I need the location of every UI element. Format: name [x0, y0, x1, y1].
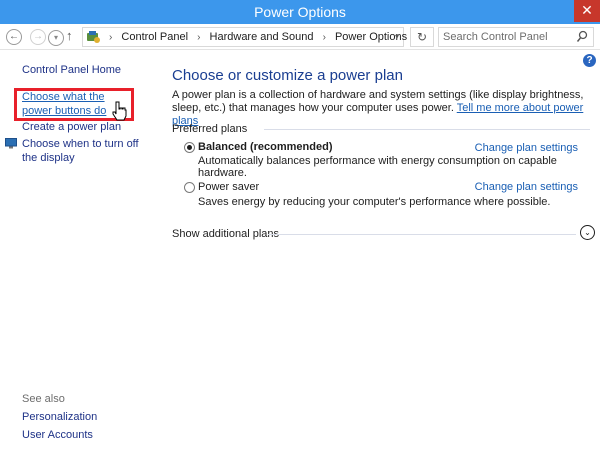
user-accounts-link[interactable]: User Accounts [22, 428, 93, 442]
up-button[interactable]: ↑ [66, 28, 73, 43]
address-bar[interactable]: › Control Panel › Hardware and Sound › P… [82, 27, 407, 47]
chevron-right-icon: › [109, 32, 113, 43]
main-content: ? Choose or customize a power plan A pow… [160, 51, 600, 455]
back-button[interactable]: ← [6, 29, 22, 45]
breadcrumb: › Control Panel › Hardware and Sound › P… [109, 31, 407, 43]
left-task-pane: Control Panel Home Choose what the power… [0, 51, 160, 455]
close-button[interactable]: ✕ [574, 0, 600, 22]
display-icon [5, 138, 17, 149]
recent-locations-icon[interactable]: ▾ [48, 30, 64, 46]
chevron-right-icon[interactable]: › [197, 32, 200, 43]
address-dropdown-icon[interactable]: ▾ [395, 32, 399, 41]
page-title: Choose or customize a power plan [172, 67, 403, 84]
window-title: Power Options [254, 4, 346, 20]
section-divider [268, 234, 576, 235]
power-saver-radio[interactable] [184, 182, 195, 193]
balanced-plan-name[interactable]: Balanced (recommended) [198, 141, 332, 153]
help-icon[interactable]: ? [583, 54, 596, 67]
preferred-plans-header: Preferred plans [172, 123, 248, 135]
search-box[interactable] [438, 27, 594, 47]
search-input[interactable] [443, 30, 569, 44]
power-saver-plan-description: Saves energy by reducing your computer's… [198, 196, 551, 208]
breadcrumb-hardware-sound[interactable]: Hardware and Sound [210, 31, 314, 43]
power-saver-change-settings-link[interactable]: Change plan settings [475, 181, 578, 193]
balanced-plan-description: Automatically balances performance with … [198, 155, 557, 179]
refresh-button[interactable]: ↻ [410, 27, 434, 47]
section-divider [264, 129, 590, 130]
chevron-down-icon[interactable]: ⌄ [580, 225, 595, 240]
chevron-right-icon[interactable]: › [323, 32, 326, 43]
balanced-change-settings-link[interactable]: Change plan settings [475, 142, 578, 154]
power-saver-plan-name[interactable]: Power saver [198, 181, 259, 193]
address-toolbar: ← → ▾ ↑ › Control Panel › Hardware and S… [0, 24, 600, 50]
forward-button[interactable]: → [30, 29, 46, 45]
show-additional-plans[interactable]: Show additional plans [172, 228, 279, 240]
see-also-label: See also [22, 393, 65, 405]
turn-off-display-link[interactable]: Choose when to turn off the display [22, 137, 147, 165]
create-power-plan-link[interactable]: Create a power plan [22, 120, 121, 134]
search-icon[interactable] [576, 30, 588, 44]
balanced-radio[interactable] [184, 142, 195, 153]
personalization-link[interactable]: Personalization [22, 410, 97, 424]
control-panel-icon [87, 31, 100, 43]
control-panel-home-link[interactable]: Control Panel Home [22, 63, 121, 77]
breadcrumb-control-panel[interactable]: Control Panel [121, 31, 188, 43]
title-bar: Power Options ✕ [0, 0, 600, 24]
hand-cursor-icon [112, 101, 127, 121]
